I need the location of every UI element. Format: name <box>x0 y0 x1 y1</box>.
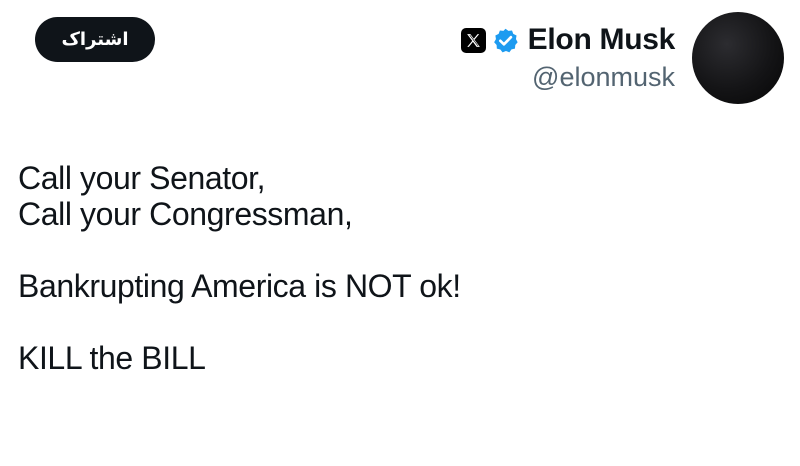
tweet-line: Bankrupting America is NOT ok! <box>18 268 461 304</box>
tweet-line: KILL the BILL <box>18 340 206 376</box>
author-name-row[interactable]: Elon Musk <box>460 20 676 60</box>
tweet-header: Elon Musk @elonmusk <box>300 0 800 120</box>
paragraph-break <box>18 232 778 268</box>
author-handle[interactable]: @elonmusk <box>532 62 675 93</box>
tweet-text: Call your Senator, Call your Congressman… <box>18 160 778 376</box>
tweet-line: Call your Senator, <box>18 160 266 196</box>
subscribe-button[interactable]: اشتراک <box>35 17 155 62</box>
x-logo-icon <box>460 27 486 53</box>
avatar[interactable] <box>692 12 784 104</box>
tweet-line: Call your Congressman, <box>18 196 353 232</box>
author-display-name: Elon Musk <box>527 23 676 56</box>
paragraph-break <box>18 304 778 340</box>
verified-badge-icon <box>492 26 520 54</box>
